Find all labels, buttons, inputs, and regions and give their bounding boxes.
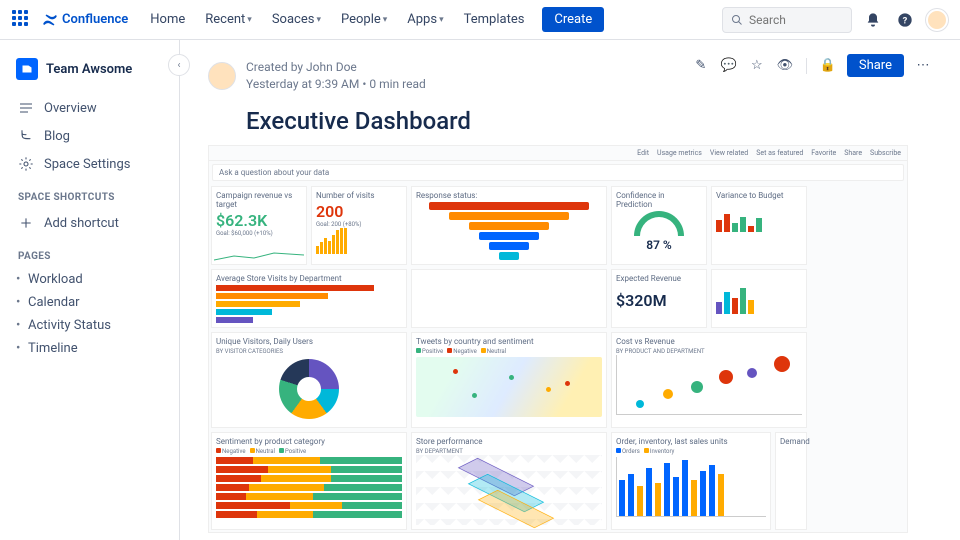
- read-time: 0 min read: [369, 77, 425, 91]
- ask-question-box: Ask a question about your data: [212, 164, 904, 181]
- nav-apps[interactable]: Apps▾: [399, 6, 451, 33]
- tile-variance: Variance to Budget: [711, 186, 807, 265]
- page-tree-item[interactable]: Calendar: [10, 291, 169, 314]
- restrictions-icon[interactable]: 🔒: [819, 57, 837, 75]
- create-button[interactable]: Create: [542, 7, 604, 32]
- add-shortcut-button[interactable]: Add shortcut: [10, 209, 169, 237]
- search-box[interactable]: [722, 7, 852, 33]
- tile-response: Response status:: [411, 186, 607, 265]
- tile-tweets: Tweets by country and sentiment Positive…: [411, 332, 607, 428]
- page-tree-item[interactable]: Workload: [10, 268, 169, 291]
- plus-icon: [18, 215, 34, 231]
- dashboard-image: EditUsage metricsView relatedSet as feat…: [208, 145, 908, 533]
- app-switcher-icon[interactable]: [12, 10, 32, 30]
- help-icon[interactable]: ?: [894, 9, 916, 31]
- notifications-icon[interactable]: [862, 9, 884, 31]
- shortcuts-heading: SPACE SHORTCUTS: [18, 192, 161, 203]
- nav-recent[interactable]: Recent▾: [197, 6, 260, 33]
- share-button[interactable]: Share: [847, 54, 904, 77]
- comment-icon[interactable]: 💬: [720, 57, 738, 75]
- sidebar-item-blog[interactable]: Blog: [10, 122, 169, 150]
- search-input[interactable]: [749, 13, 839, 27]
- blog-icon: [18, 128, 34, 144]
- tile-store-visits: Average Store Visits by Department: [211, 269, 407, 328]
- space-header[interactable]: Team Awsome: [10, 54, 169, 84]
- watch-icon[interactable]: 👁: [776, 57, 794, 75]
- tile-sentiment: Sentiment by product category NegativeNe…: [211, 432, 407, 530]
- dashboard-toolbar: EditUsage metricsView relatedSet as feat…: [209, 146, 907, 161]
- product-logo[interactable]: Confluence: [42, 12, 128, 28]
- chevron-down-icon: ▾: [247, 15, 252, 25]
- overview-icon: [18, 100, 34, 116]
- created-when: Yesterday at 9:39 AM: [246, 77, 359, 91]
- product-name: Confluence: [62, 12, 128, 27]
- page-tree-item[interactable]: Timeline: [10, 337, 169, 360]
- sidebar-item-overview[interactable]: Overview: [10, 94, 169, 122]
- tile-order-inventory: Order, inventory, last sales units Order…: [611, 432, 771, 530]
- star-icon[interactable]: ☆: [748, 57, 766, 75]
- edit-icon[interactable]: ✎: [692, 57, 710, 75]
- space-icon: [16, 58, 38, 80]
- page-title: Executive Dashboard: [246, 107, 932, 135]
- page-tree-item[interactable]: Activity Status: [10, 314, 169, 337]
- pages-heading: PAGES: [18, 251, 161, 262]
- top-bar: Confluence Home Recent▾ Soaces▾ People▾ …: [0, 0, 960, 40]
- tile-expected: Expected Revenue $320M: [611, 269, 707, 328]
- nav-home[interactable]: Home: [142, 6, 193, 33]
- svg-text:?: ?: [903, 15, 908, 26]
- sidebar-item-settings[interactable]: Space Settings: [10, 150, 169, 178]
- nav-spaces[interactable]: Soaces▾: [264, 6, 329, 33]
- space-name: Team Awsome: [46, 62, 132, 77]
- tile-response-spacer: [411, 269, 607, 328]
- sidebar: ‹ Team Awsome Overview Blog Space Settin…: [0, 40, 180, 540]
- user-avatar[interactable]: [926, 9, 948, 31]
- collapse-sidebar-button[interactable]: ‹: [168, 54, 190, 76]
- chevron-down-icon: ▾: [316, 15, 321, 25]
- gear-icon: [18, 156, 34, 172]
- tile-confidence: Confidence in Prediction 87 %: [611, 186, 707, 265]
- created-by: Created by John Doe: [246, 59, 426, 76]
- search-icon: [731, 14, 743, 26]
- nav-people[interactable]: People▾: [333, 6, 395, 33]
- nav-templates[interactable]: Templates: [456, 6, 533, 33]
- tile-cost-revenue: Cost vs Revenue BY PRODUCT AND DEPARTMEN…: [611, 332, 807, 428]
- tile-store-perf: Store performance BY DEPARTMENT: [411, 432, 607, 530]
- author-avatar[interactable]: [208, 62, 236, 90]
- tile-variance-mini: [711, 269, 807, 328]
- chevron-down-icon: ▾: [383, 15, 388, 25]
- confluence-icon: [42, 12, 58, 28]
- page-content: ✎ 💬 ☆ 👁 🔒 Share ⋯ Created by John Doe Ye…: [180, 40, 960, 540]
- tile-visits: Number of visits 200 Goal: 200 (+80%): [311, 186, 407, 265]
- chevron-down-icon: ▾: [439, 15, 444, 25]
- tile-demand: Demand: [775, 432, 807, 530]
- tile-revenue: Campaign revenue vs target $62.3K Goal: …: [211, 186, 307, 265]
- tile-unique-visitors: Unique Visitors, Daily Users BY VISITOR …: [211, 332, 407, 428]
- more-actions-icon[interactable]: ⋯: [914, 57, 932, 75]
